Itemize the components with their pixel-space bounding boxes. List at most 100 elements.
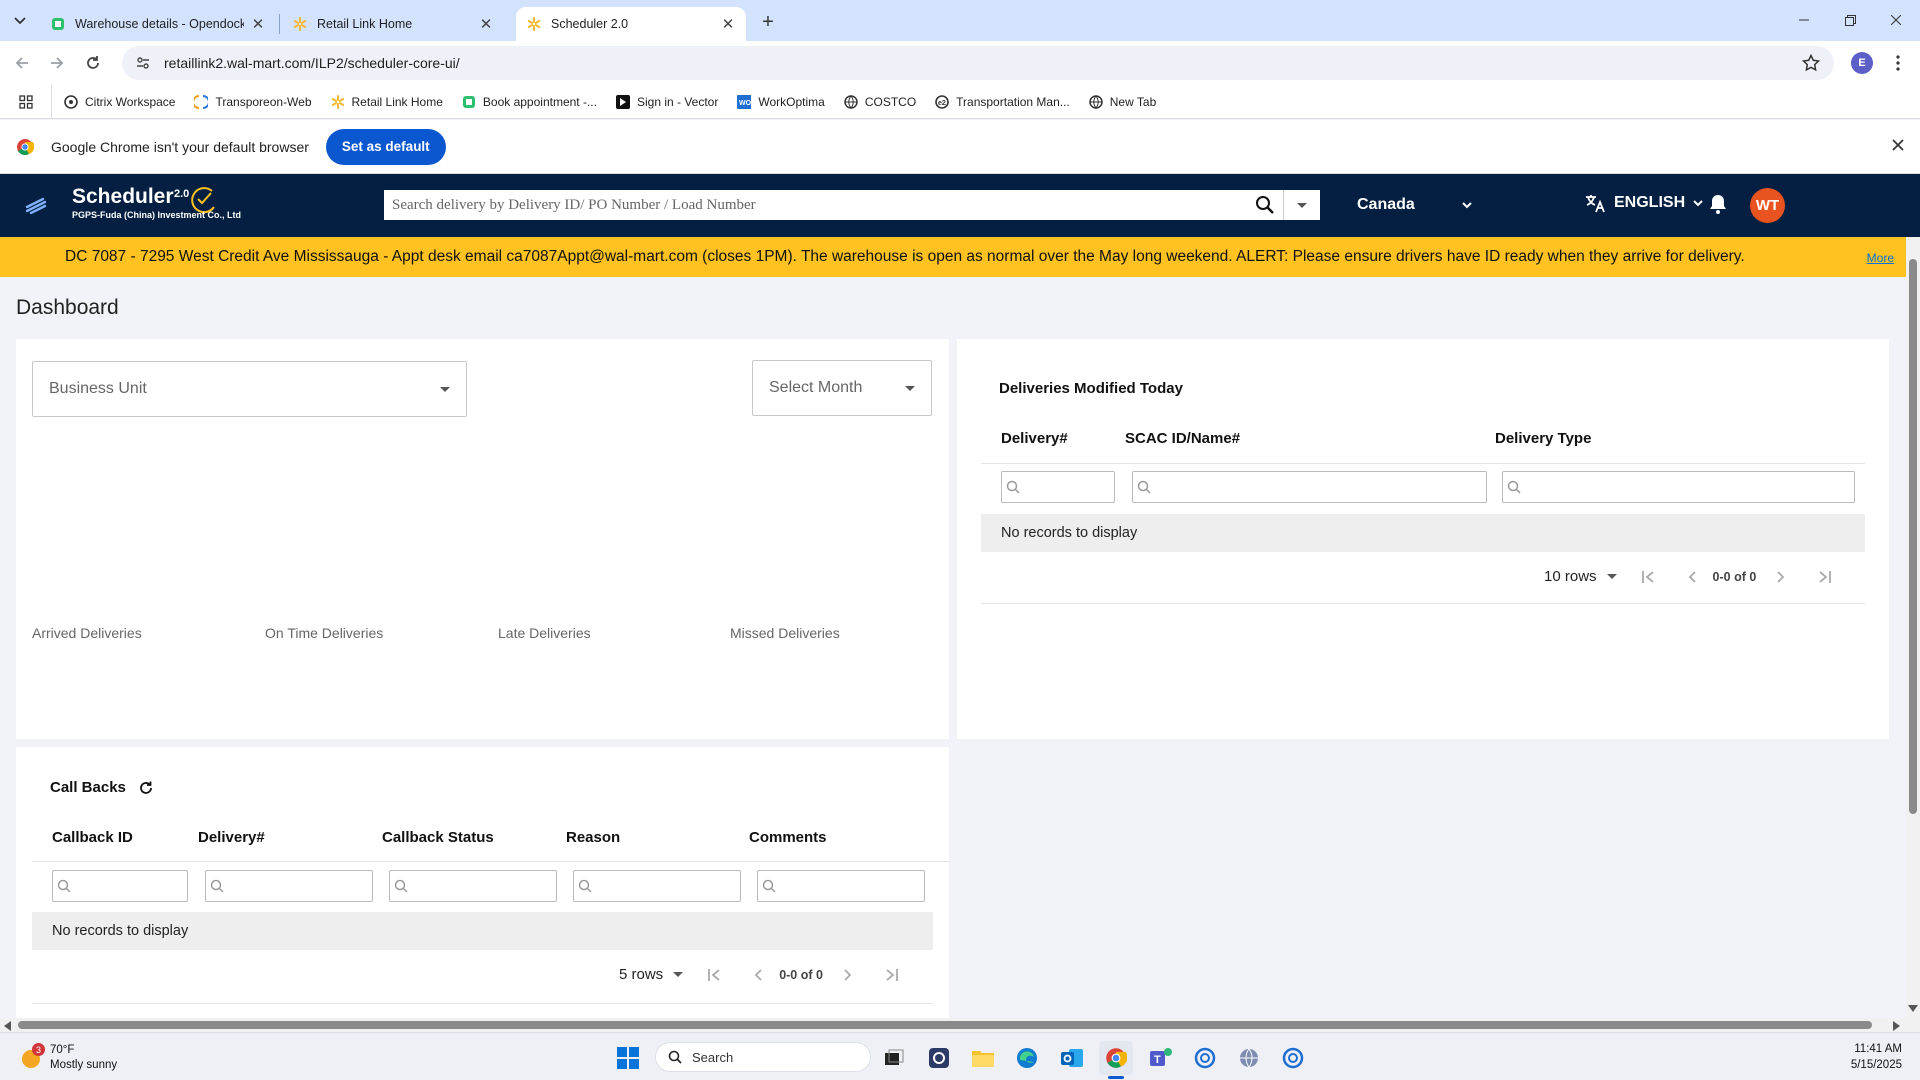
chevron-down-icon [1462, 201, 1472, 209]
caret-down-icon[interactable] [1606, 574, 1617, 579]
last-page-icon[interactable] [1818, 570, 1832, 584]
weather-widget[interactable]: 3 70°F Mostly sunny [18, 1043, 117, 1073]
business-unit-dropdown[interactable]: Business Unit [32, 361, 467, 417]
column-header-reason[interactable]: Reason [566, 829, 620, 846]
vertical-scrollbar[interactable] [1906, 237, 1920, 1018]
windows-start-icon[interactable] [611, 1041, 645, 1075]
new-tab-icon[interactable]: + [756, 10, 780, 34]
apps-grid-icon[interactable] [0, 84, 52, 119]
next-page-icon[interactable] [843, 968, 853, 982]
bookmark-workoptima[interactable]: WO WorkOptima [737, 95, 825, 109]
hamburger-menu-icon[interactable] [24, 196, 48, 214]
tab-opendock[interactable]: Warehouse details - Opendock ✕ [40, 7, 276, 41]
vertical-scroll-thumb[interactable] [1909, 259, 1917, 814]
filter-comments-input[interactable] [757, 870, 925, 902]
close-tab-icon[interactable]: ✕ [250, 16, 266, 33]
search-options-dropdown[interactable] [1284, 202, 1320, 208]
notification-bell-icon[interactable] [1709, 194, 1727, 214]
last-page-icon[interactable] [885, 968, 899, 982]
column-header-delivery[interactable]: Delivery# [1001, 430, 1068, 447]
close-tab-icon[interactable]: ✕ [478, 16, 494, 33]
language-selector[interactable]: ENGLISH [1584, 192, 1703, 214]
horizontal-scrollbar[interactable] [0, 1018, 1920, 1032]
section-title: Deliveries Modified Today [999, 380, 1183, 397]
user-avatar[interactable]: WT [1750, 188, 1785, 223]
rows-per-page-select[interactable]: 5 rows [619, 966, 663, 983]
svg-text:T: T [1154, 1054, 1161, 1066]
tab-scheduler[interactable]: Scheduler 2.0 ✕ [516, 7, 746, 41]
select-month-dropdown[interactable]: Select Month [752, 360, 932, 416]
teams-icon[interactable]: T [1144, 1041, 1178, 1075]
browser-menu-icon[interactable] [1888, 53, 1908, 73]
tab-retail-link[interactable]: Retail Link Home ✕ [282, 7, 504, 41]
column-header-scac[interactable]: SCAC ID/Name# [1125, 430, 1240, 447]
previous-page-icon[interactable] [753, 968, 763, 982]
next-page-icon[interactable] [1776, 570, 1786, 584]
filter-callback-status-input[interactable] [389, 870, 557, 902]
file-explorer-icon[interactable] [966, 1041, 1000, 1075]
bookmark-vector[interactable]: Sign in - Vector [615, 94, 718, 109]
scroll-down-arrow-icon[interactable] [1908, 1005, 1918, 1013]
horizontal-scroll-thumb[interactable] [18, 1021, 1872, 1029]
column-header-callback-id[interactable]: Callback ID [52, 829, 133, 846]
forward-icon[interactable] [42, 48, 72, 78]
restore-icon[interactable] [1828, 6, 1872, 34]
chrome-taskbar-icon[interactable] [1099, 1041, 1133, 1075]
task-view-icon[interactable] [877, 1041, 911, 1075]
bookmark-book-appointment[interactable]: Book appointment -... [462, 95, 597, 109]
close-tab-icon[interactable]: ✕ [720, 16, 736, 33]
caret-down-icon [905, 385, 915, 391]
search-icon [210, 879, 224, 893]
scroll-right-arrow-icon[interactable] [1893, 1021, 1901, 1031]
search-icon [668, 1050, 682, 1064]
bookmark-costco[interactable]: COSTCO [844, 95, 916, 109]
profile-avatar[interactable]: E [1851, 52, 1873, 74]
taskbar-search-box[interactable]: Search [655, 1042, 871, 1072]
region-selector[interactable]: Canada [1357, 190, 1472, 220]
scroll-left-arrow-icon[interactable] [3, 1021, 11, 1031]
edge-browser-icon[interactable] [1010, 1041, 1044, 1075]
filter-delivery-input[interactable] [205, 870, 373, 902]
app-swirl-icon[interactable] [1276, 1041, 1310, 1075]
rows-per-page-select[interactable]: 10 rows [1544, 568, 1597, 585]
minimize-icon[interactable] [1782, 6, 1826, 34]
filter-delivery-type-input[interactable] [1502, 471, 1855, 503]
close-window-icon[interactable] [1874, 6, 1918, 34]
network-globe-icon[interactable] [1232, 1041, 1266, 1075]
app-swirl-icon[interactable] [1188, 1041, 1222, 1075]
filter-reason-input[interactable] [573, 870, 741, 902]
first-page-icon[interactable] [1641, 570, 1655, 584]
bookmark-new-tab[interactable]: New Tab [1089, 95, 1156, 109]
address-bar[interactable]: retaillink2.wal-mart.com/ILP2/scheduler-… [122, 46, 1834, 80]
caret-down-icon[interactable] [673, 972, 684, 977]
weather-description: Mostly sunny [50, 1059, 118, 1071]
close-infobar-icon[interactable] [1892, 139, 1904, 151]
search-icon[interactable] [1247, 195, 1283, 215]
bookmark-retail-link[interactable]: Retail Link Home [331, 94, 443, 109]
bookmark-star-icon[interactable] [1802, 54, 1820, 72]
bookmark-citrix[interactable]: Citrix Workspace [64, 95, 175, 109]
scheduler-logo[interactable]: Scheduler 2.0 PGPS-Fuda (China) Investme… [72, 185, 272, 229]
bookmark-transporeon[interactable]: Transporeon-Web [194, 95, 312, 109]
refresh-icon[interactable] [138, 780, 154, 796]
delivery-search-input[interactable]: Search delivery by Delivery ID/ PO Numbe… [384, 197, 1247, 214]
outlook-icon[interactable] [1055, 1041, 1089, 1075]
column-header-callback-status[interactable]: Callback Status [382, 829, 494, 846]
alert-more-link[interactable]: More [1867, 251, 1894, 265]
first-page-icon[interactable] [707, 968, 721, 982]
set-as-default-button[interactable]: Set as default [325, 128, 446, 165]
column-header-comments[interactable]: Comments [749, 829, 827, 846]
tab-search-icon[interactable] [8, 9, 32, 33]
filter-delivery-input[interactable] [1001, 471, 1115, 503]
app-shield-icon[interactable] [922, 1041, 956, 1075]
column-header-delivery[interactable]: Delivery# [198, 829, 265, 846]
reload-icon[interactable] [78, 48, 108, 78]
bookmark-transportation[interactable]: e2 Transportation Man... [935, 95, 1070, 109]
site-settings-icon[interactable] [136, 56, 150, 70]
previous-page-icon[interactable] [1687, 570, 1697, 584]
back-icon[interactable] [7, 48, 37, 78]
filter-scac-input[interactable] [1132, 471, 1487, 503]
filter-callback-id-input[interactable] [52, 870, 188, 902]
system-clock[interactable]: 11:41 AM 5/15/2025 [1822, 1041, 1902, 1073]
column-header-delivery-type[interactable]: Delivery Type [1495, 430, 1591, 447]
